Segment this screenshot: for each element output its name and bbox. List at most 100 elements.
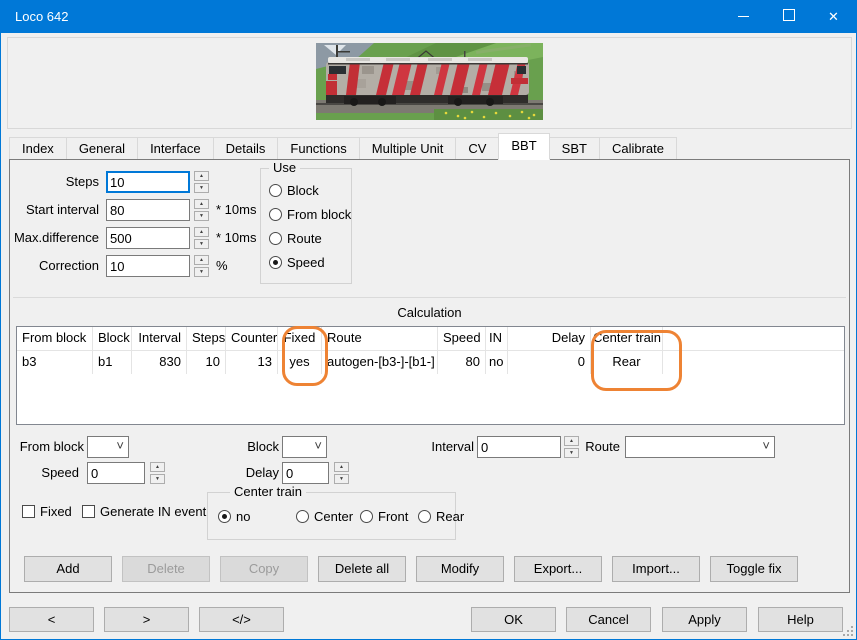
chevron-down-icon: ˅ [116, 438, 124, 453]
radio-use-route[interactable]: Route [269, 231, 322, 246]
steps-input[interactable] [106, 171, 190, 193]
interval-input[interactable] [477, 436, 561, 458]
tab-general[interactable]: General [66, 137, 138, 160]
cell-route: autogen-[b3-]-[b1-] [322, 351, 438, 374]
spinner-up-icon[interactable]: ▲ [194, 255, 209, 265]
prev-loco-button[interactable]: < [9, 607, 94, 632]
spinner-up-icon[interactable]: ▲ [194, 227, 209, 237]
tab-sbt[interactable]: SBT [549, 137, 600, 160]
route-combobox[interactable]: ˅ [625, 436, 775, 458]
spinner-up-icon[interactable]: ▲ [194, 199, 209, 209]
resize-grip-icon[interactable] [843, 626, 853, 636]
checkbox-icon [82, 505, 95, 518]
help-button[interactable]: Help [758, 607, 843, 632]
fixed-checkbox[interactable]: Fixed [22, 504, 72, 519]
add-button[interactable]: Add [24, 556, 112, 582]
tab-bbt[interactable]: BBT [498, 133, 549, 160]
ok-button[interactable]: OK [471, 607, 556, 632]
loco-photo [316, 43, 543, 120]
spinner-up-icon[interactable]: ▲ [194, 171, 209, 181]
code-view-button[interactable]: </> [199, 607, 284, 632]
col-speed: Speed [438, 327, 486, 350]
radio-use-from-block[interactable]: From block [269, 207, 351, 222]
center-train-group-title: Center train [230, 484, 306, 499]
toggle-fix-button[interactable]: Toggle fix [710, 556, 798, 582]
spinner-down-icon[interactable]: ▼ [194, 267, 209, 277]
col-center-train: Center train [591, 327, 663, 350]
col-interval: Interval [132, 327, 187, 350]
speed-spinner: ▲▼ [150, 462, 165, 484]
table-row[interactable]: b3 b1 830 10 13 yes autogen-[b3-]-[b1-] … [17, 351, 844, 374]
col-delay: Delay [508, 327, 591, 350]
tab-interface[interactable]: Interface [137, 137, 214, 160]
spinner-up-icon[interactable]: ▲ [334, 462, 349, 472]
radio-use-block[interactable]: Block [269, 183, 319, 198]
radio-center-train-center[interactable]: Center [296, 509, 353, 524]
modify-button[interactable]: Modify [416, 556, 504, 582]
col-from-block: From block [17, 327, 93, 350]
tab-multiple-unit[interactable]: Multiple Unit [359, 137, 457, 160]
titlebar: Loco 642 ✕ [1, 1, 856, 33]
spinner-up-icon[interactable]: ▲ [150, 462, 165, 472]
tab-calibrate[interactable]: Calibrate [599, 137, 677, 160]
copy-button: Copy [220, 556, 308, 582]
speed-input[interactable] [87, 462, 145, 484]
correction-unit: % [216, 258, 228, 273]
window-title: Loco 642 [15, 9, 69, 24]
radio-icon [218, 510, 231, 523]
close-icon[interactable]: ✕ [811, 1, 856, 32]
tab-cv[interactable]: CV [455, 137, 499, 160]
start-interval-label: Start interval [10, 202, 99, 217]
radio-icon [296, 510, 309, 523]
spinner-down-icon[interactable]: ▼ [194, 183, 209, 193]
spinner-down-icon[interactable]: ▼ [194, 239, 209, 249]
use-group: Use Block From block Route Speed [260, 168, 352, 284]
start-interval-input[interactable] [106, 199, 190, 221]
export-button[interactable]: Export... [514, 556, 602, 582]
cell-steps: 10 [187, 351, 226, 374]
minimize-icon[interactable] [721, 1, 766, 32]
delete-all-button[interactable]: Delete all [318, 556, 406, 582]
correction-spinner: ▲▼ [194, 255, 209, 277]
max-difference-label: Max.difference [10, 230, 99, 245]
from-block-combobox[interactable]: ˅ [87, 436, 129, 458]
radio-use-speed[interactable]: Speed [269, 255, 325, 270]
radio-center-train-front[interactable]: Front [360, 509, 408, 524]
col-in: IN [486, 327, 508, 350]
cell-delay: 0 [508, 351, 591, 374]
loco-dialog: Loco 642 ✕ [0, 0, 857, 640]
radio-icon [269, 256, 282, 269]
correction-input[interactable] [106, 255, 190, 277]
maximize-icon[interactable] [766, 1, 811, 32]
radio-icon [360, 510, 373, 523]
tab-index[interactable]: Index [9, 137, 67, 160]
tab-functions[interactable]: Functions [277, 137, 359, 160]
cell-counter: 13 [226, 351, 278, 374]
cell-center-train: Rear [591, 351, 663, 374]
tab-details[interactable]: Details [213, 137, 279, 160]
editor-delay-label: Delay [219, 465, 279, 480]
spinner-down-icon[interactable]: ▼ [150, 474, 165, 484]
apply-button[interactable]: Apply [662, 607, 747, 632]
cancel-button[interactable]: Cancel [566, 607, 651, 632]
block-combobox[interactable]: ˅ [282, 436, 327, 458]
delay-spinner: ▲▼ [334, 462, 349, 484]
next-loco-button[interactable]: > [104, 607, 189, 632]
generate-in-event-checkbox[interactable]: Generate IN event [82, 504, 206, 519]
radio-center-train-no[interactable]: no [218, 509, 250, 524]
spinner-down-icon[interactable]: ▼ [334, 474, 349, 484]
spinner-down-icon[interactable]: ▼ [194, 211, 209, 221]
delay-input[interactable] [282, 462, 329, 484]
radio-icon [269, 208, 282, 221]
radio-icon [418, 510, 431, 523]
import-button[interactable]: Import... [612, 556, 700, 582]
delete-button: Delete [122, 556, 210, 582]
cell-speed: 80 [438, 351, 486, 374]
table-header-row: From block Block Interval Steps Counter … [17, 327, 844, 351]
max-difference-input[interactable] [106, 227, 190, 249]
editor-speed-label: Speed [19, 465, 79, 480]
radio-center-train-rear[interactable]: Rear [418, 509, 464, 524]
chevron-down-icon: ˅ [762, 438, 770, 453]
calculation-table[interactable]: From block Block Interval Steps Counter … [16, 326, 845, 425]
steps-label: Steps [10, 174, 99, 189]
